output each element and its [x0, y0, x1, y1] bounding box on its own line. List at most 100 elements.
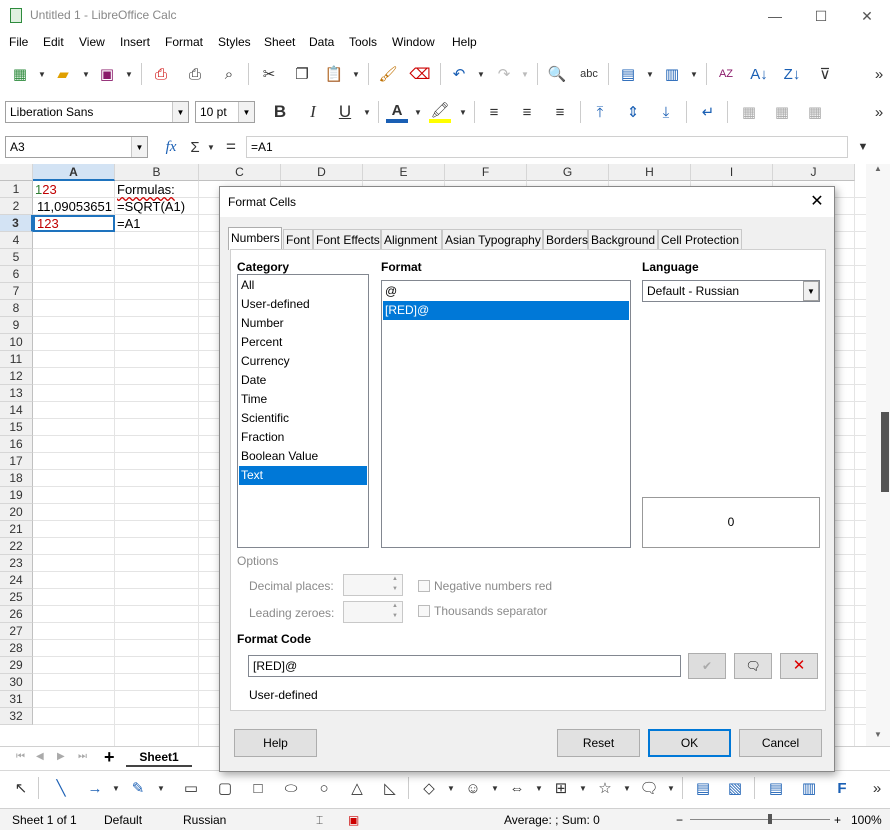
- redo-icon[interactable]: ↷: [493, 63, 515, 85]
- find-replace-icon[interactable]: 🔍: [546, 63, 568, 85]
- formula-input[interactable]: =A1: [246, 136, 848, 158]
- right-triangle-icon[interactable]: ◺: [379, 777, 401, 799]
- merge-center-icon[interactable]: ▦: [771, 101, 793, 123]
- spin-up-icon[interactable]: ▲: [388, 576, 402, 586]
- add-sheet-icon[interactable]: +: [104, 747, 115, 768]
- autofilter-icon[interactable]: ⊽: [814, 63, 836, 85]
- name-box[interactable]: A3 ▼: [5, 136, 148, 158]
- row-header-23[interactable]: 23: [0, 555, 33, 572]
- row-header-4[interactable]: 4: [0, 232, 33, 249]
- format-item-selected[interactable]: [RED]@: [383, 301, 629, 320]
- fontwork-icon[interactable]: ▧: [724, 777, 746, 799]
- reset-button[interactable]: Reset: [557, 729, 640, 757]
- select-pointer-icon[interactable]: ↖: [10, 777, 32, 799]
- row-header-19[interactable]: 19: [0, 487, 33, 504]
- menu-file[interactable]: File: [9, 35, 28, 49]
- text-box-icon[interactable]: ▤: [692, 777, 714, 799]
- clear-formatting-icon[interactable]: ⌫: [409, 63, 431, 85]
- row-header-29[interactable]: 29: [0, 657, 33, 674]
- column-header-f[interactable]: F: [445, 164, 527, 181]
- dialog-close-icon[interactable]: ✕: [806, 191, 828, 213]
- row-header-18[interactable]: 18: [0, 470, 33, 487]
- last-sheet-icon[interactable]: ⏭: [78, 751, 87, 762]
- zoom-level[interactable]: 100%: [851, 813, 882, 827]
- column-header-b[interactable]: B: [115, 164, 199, 181]
- menu-view[interactable]: View: [79, 35, 105, 49]
- circle-icon[interactable]: ○: [313, 777, 335, 799]
- menu-insert[interactable]: Insert: [120, 35, 150, 49]
- row-header-16[interactable]: 16: [0, 436, 33, 453]
- bold-button[interactable]: B: [269, 101, 291, 123]
- sum-dropdown-icon[interactable]: ▼: [206, 136, 216, 158]
- row-header-12[interactable]: 12: [0, 368, 33, 385]
- paste-icon[interactable]: 📋: [323, 63, 345, 85]
- cell-b3[interactable]: =A1: [115, 215, 199, 232]
- rectangle-icon[interactable]: ▭: [180, 777, 202, 799]
- leading-zeroes-spinner[interactable]: ▲ ▼: [343, 601, 403, 623]
- row-header-7[interactable]: 7: [0, 283, 33, 300]
- tab-cell-protection[interactable]: Cell Protection: [658, 229, 742, 249]
- row-header-3[interactable]: 3: [0, 215, 33, 232]
- line-dropdown-icon[interactable]: ▼: [111, 777, 121, 799]
- category-item-currency[interactable]: Currency: [239, 352, 367, 371]
- row-icon[interactable]: ▤: [617, 63, 639, 85]
- column-header-i[interactable]: I: [691, 164, 773, 181]
- sheet-tab-sheet1[interactable]: Sheet1: [126, 747, 192, 767]
- curve-icon[interactable]: ✎: [127, 777, 149, 799]
- category-item-scientific[interactable]: Scientific: [239, 409, 367, 428]
- thousands-separator-checkbox[interactable]: [418, 605, 430, 617]
- more-formatting-icon[interactable]: »: [868, 101, 890, 123]
- row-header-24[interactable]: 24: [0, 572, 33, 589]
- edit-comment-button[interactable]: 🗨: [734, 653, 772, 679]
- chevron-down-icon[interactable]: ▼: [172, 102, 188, 122]
- square-icon[interactable]: □: [247, 777, 269, 799]
- menu-help[interactable]: Help: [452, 35, 477, 49]
- stars-dropdown-icon[interactable]: ▼: [622, 777, 632, 799]
- category-item-text[interactable]: Text: [239, 466, 367, 485]
- merge-cells-icon[interactable]: ▦: [738, 101, 760, 123]
- unmerge-cells-icon[interactable]: ▦: [804, 101, 826, 123]
- column-header-h[interactable]: H: [609, 164, 691, 181]
- menu-data[interactable]: Data: [309, 35, 334, 49]
- function-wizard-icon[interactable]: fx: [160, 136, 182, 158]
- font-name-select[interactable]: Liberation Sans ▼: [5, 101, 189, 123]
- row-header-25[interactable]: 25: [0, 589, 33, 606]
- redo-dropdown-icon[interactable]: ▼: [520, 63, 530, 85]
- menu-tools[interactable]: Tools: [349, 35, 377, 49]
- menu-styles[interactable]: Styles: [218, 35, 251, 49]
- scroll-down-icon[interactable]: ▼: [870, 730, 886, 746]
- zoom-out-icon[interactable]: −: [676, 813, 683, 827]
- format-item[interactable]: @: [383, 282, 629, 301]
- category-item-percent[interactable]: Percent: [239, 333, 367, 352]
- add-format-button[interactable]: ✔: [688, 653, 726, 679]
- fontwork-gallery-icon[interactable]: F: [831, 777, 853, 799]
- page-style[interactable]: Default: [104, 813, 142, 827]
- column-header-j[interactable]: J: [773, 164, 855, 181]
- spin-down-icon[interactable]: ▼: [388, 586, 402, 596]
- save-icon[interactable]: ▣: [96, 63, 118, 85]
- triangle-icon[interactable]: △: [346, 777, 368, 799]
- column-header-a[interactable]: A: [33, 164, 115, 181]
- clone-formatting-icon[interactable]: 🖌: [377, 63, 399, 85]
- insert-text-icon[interactable]: ▤: [765, 777, 787, 799]
- formula-icon[interactable]: =: [220, 136, 242, 158]
- maximize-button[interactable]: ☐: [798, 0, 844, 32]
- save-dropdown-icon[interactable]: ▼: [124, 63, 134, 85]
- column-header-e[interactable]: E: [363, 164, 445, 181]
- column-header-d[interactable]: D: [281, 164, 363, 181]
- row-header-27[interactable]: 27: [0, 623, 33, 640]
- row-header-10[interactable]: 10: [0, 334, 33, 351]
- print-preview-icon[interactable]: ⌕: [218, 63, 240, 85]
- tab-font-effects[interactable]: Font Effects: [313, 229, 381, 249]
- callouts-dropdown-icon[interactable]: ▼: [666, 777, 676, 799]
- align-center-icon[interactable]: ≡: [516, 101, 538, 123]
- sort-descending-icon[interactable]: Z↓: [781, 63, 803, 85]
- scroll-up-icon[interactable]: ▲: [870, 164, 886, 180]
- zoom-in-icon[interactable]: +: [834, 813, 841, 827]
- column-icon[interactable]: ▥: [661, 63, 683, 85]
- row-header-15[interactable]: 15: [0, 419, 33, 436]
- first-sheet-icon[interactable]: ⏮: [16, 751, 25, 762]
- category-item-fraction[interactable]: Fraction: [239, 428, 367, 447]
- row-header-17[interactable]: 17: [0, 453, 33, 470]
- selection-mode-icon[interactable]: ⌶: [316, 813, 323, 828]
